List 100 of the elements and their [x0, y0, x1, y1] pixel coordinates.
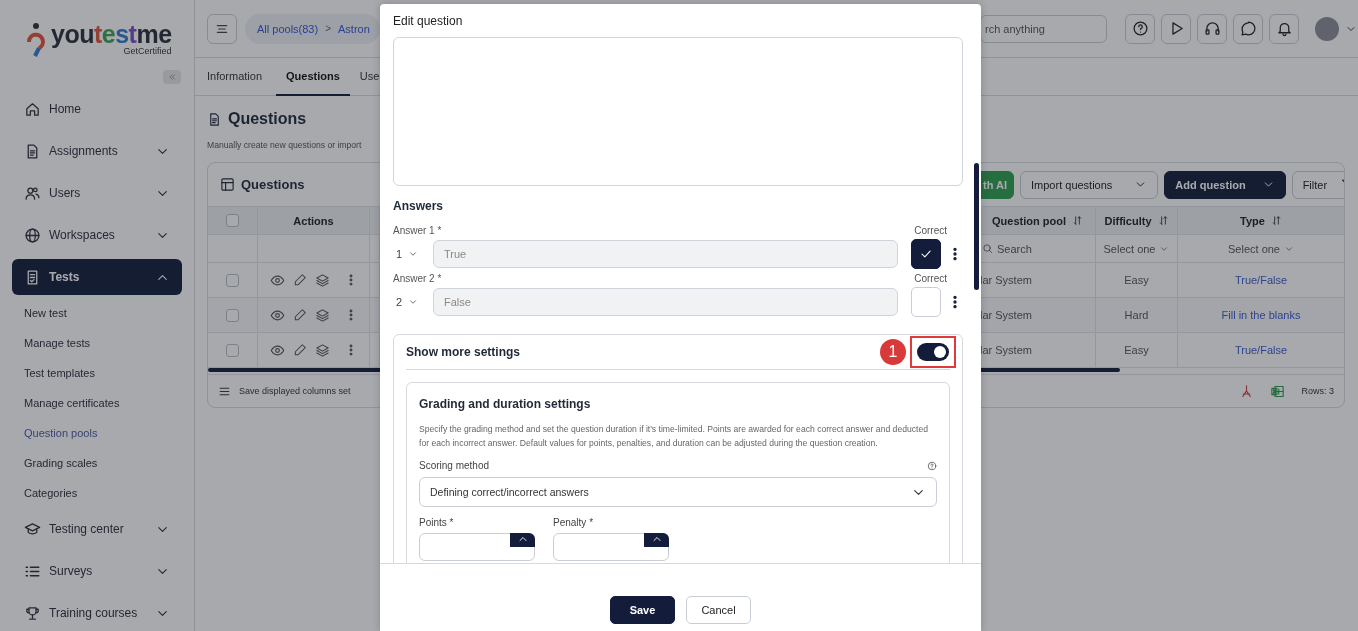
section-title: Grading and duration settings [419, 397, 592, 411]
logo-text: youtestme [51, 22, 172, 47]
toggle-switch[interactable] [917, 343, 949, 361]
avatar-icon[interactable] [1315, 16, 1339, 41]
nav-subitem[interactable]: Manage tests [24, 337, 91, 349]
filter-button[interactable]: Filter [1291, 170, 1344, 199]
nav-item[interactable]: Tests [12, 259, 182, 295]
headset-button[interactable] [1197, 13, 1227, 44]
nav-subitem[interactable]: Question pools [24, 427, 98, 439]
bell-icon [1275, 20, 1293, 37]
nav-item[interactable]: Surveys [12, 553, 182, 589]
nav-item[interactable]: Workspaces [12, 217, 182, 253]
page-description: Manually create new questions or import [207, 140, 363, 150]
callout-badge: 1 [880, 339, 906, 365]
row-checkbox[interactable] [226, 308, 239, 322]
answers-heading: Answers [393, 199, 445, 213]
section-description: Specify the grading method and set the question duration if it's time-limited. Points are awarded for each correct answer and deducted for each incorrect answer. Default values for points, penalties, and duration can be adjusted during the question creation. [419, 423, 929, 450]
tab[interactable]: Questions [276, 58, 350, 96]
document-icon [207, 111, 222, 127]
global-search-bar[interactable]: rch anything [980, 14, 1107, 43]
field-label: Correct [914, 273, 947, 284]
scrollbar[interactable] [974, 163, 979, 290]
logo-tagline: GetCertified [122, 47, 172, 57]
select-filter[interactable]: Select one [1103, 242, 1170, 255]
nav-subitem[interactable]: Categories [24, 487, 78, 499]
table-cell: True/False [1234, 274, 1288, 286]
correct-checkbox[interactable] [911, 239, 941, 269]
save-columns-link[interactable]: Save displayed columns set [239, 386, 351, 396]
order-select[interactable]: 2 [393, 296, 433, 308]
scoring-method-select[interactable]: Defining correct/incorrect answers [419, 477, 937, 507]
breadcrumb-link[interactable]: All pools(83) [257, 22, 319, 35]
table-cell: lar System [980, 344, 1032, 356]
nav-subitem[interactable]: Grading scales [24, 457, 98, 469]
tab[interactable]: Information [207, 58, 277, 96]
penalty-field[interactable] [553, 533, 669, 561]
row-checkbox[interactable] [226, 343, 239, 357]
nav-item[interactable]: Testing center [12, 511, 182, 547]
spreadsheet-icon[interactable] [1270, 383, 1286, 399]
column-header[interactable]: Difficulty [1096, 207, 1178, 234]
spinner-button[interactable] [644, 533, 669, 547]
eye-icon[interactable] [269, 272, 285, 288]
layers-icon[interactable] [314, 307, 330, 323]
eye-icon[interactable] [269, 307, 285, 323]
home-icon [24, 100, 41, 118]
cancel-button[interactable]: Cancel [686, 596, 751, 624]
trophy-icon [24, 604, 41, 622]
logo-icon [25, 22, 47, 58]
nav-item[interactable]: Training courses [12, 595, 182, 631]
chevron-down-icon [408, 297, 419, 307]
question-editor-field[interactable] [393, 37, 963, 186]
headset-icon [1203, 20, 1221, 37]
layers-icon[interactable] [314, 272, 330, 288]
pencil-icon[interactable] [292, 343, 307, 357]
help-button[interactable] [1125, 13, 1155, 44]
bell-button[interactable] [1269, 13, 1299, 44]
nav-item[interactable]: Assignments [12, 133, 182, 169]
points-field[interactable] [419, 533, 535, 561]
add-question-button[interactable]: Add question [1164, 170, 1286, 199]
menu-button[interactable] [207, 13, 237, 44]
page-title: Questions [228, 110, 307, 128]
layers-icon[interactable] [314, 342, 330, 358]
table-cell: lar System [980, 274, 1032, 286]
column-header[interactable]: Type [1178, 207, 1344, 234]
search-filter-field[interactable]: Search [980, 242, 1032, 255]
pencil-icon[interactable] [292, 273, 307, 287]
chat-button[interactable] [1233, 13, 1263, 44]
field-label: Answer 2 * [393, 273, 442, 284]
table-cell: True/False [1234, 344, 1288, 356]
chevron-down-icon [408, 249, 419, 259]
nav-item[interactable]: Home [12, 91, 182, 127]
import-button[interactable]: Import questions [1020, 170, 1159, 199]
search-icon [982, 243, 993, 254]
column-header[interactable]: Actions [258, 207, 370, 234]
collapse-icon [167, 72, 177, 82]
field-label: Points * [419, 517, 454, 528]
help-icon[interactable] [927, 460, 937, 471]
row-checkbox[interactable] [226, 273, 239, 287]
card-title: Questions [241, 177, 305, 192]
select-filter[interactable]: Select one [1228, 242, 1294, 255]
breadcrumb-separator: > [325, 23, 331, 34]
table-cell: Fill in the blanks [1221, 309, 1301, 321]
pencil-icon[interactable] [292, 308, 307, 322]
nav-subitem[interactable]: Manage certificates [24, 397, 120, 409]
spinner-button[interactable] [510, 533, 535, 547]
table-cell: lar System [980, 309, 1032, 321]
order-select[interactable]: 1 [393, 248, 433, 260]
table-icon [220, 177, 235, 192]
table-cell: Easy [1124, 274, 1149, 286]
nav-subitem[interactable]: New test [24, 307, 67, 319]
select-all-checkbox[interactable] [226, 214, 239, 227]
save-button[interactable]: Save [610, 596, 675, 624]
nav-item[interactable]: Users [12, 175, 182, 211]
graduation-cap-icon [24, 520, 41, 538]
help-icon [1131, 20, 1149, 37]
nav-subitem[interactable]: Test templates [24, 367, 95, 379]
breadcrumb-link[interactable]: Astron [338, 22, 370, 35]
play-button[interactable] [1161, 13, 1191, 44]
eye-icon[interactable] [269, 342, 285, 358]
rows-count: Rows: 3 [1301, 386, 1334, 396]
globe-icon [24, 226, 41, 244]
